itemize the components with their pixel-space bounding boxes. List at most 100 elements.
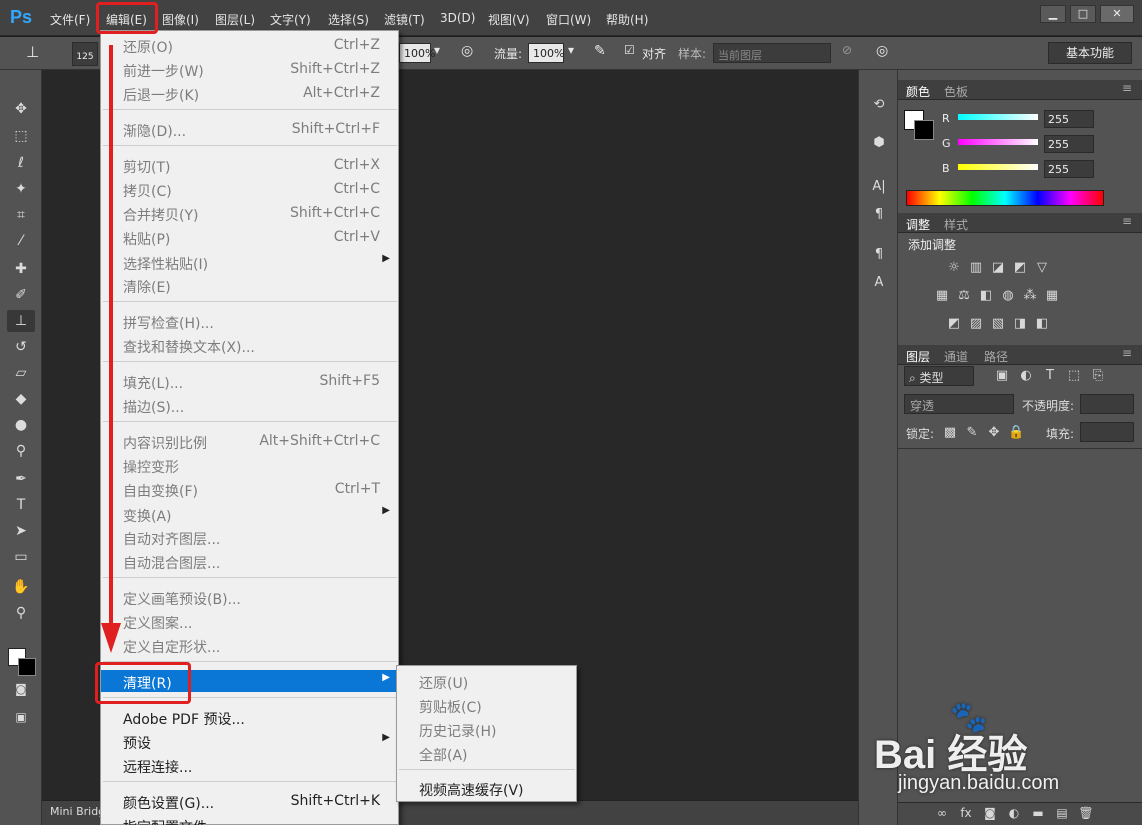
marquee-tool-icon[interactable]: ⬚ [7, 125, 35, 147]
adjustment-filter-icon[interactable]: ◐ [1018, 368, 1034, 383]
sample-select[interactable]: 当前图层 [713, 43, 831, 63]
menu-image[interactable]: 图像(I) [162, 11, 199, 28]
hand-tool-icon[interactable]: ✋ [7, 576, 35, 598]
shape-filter-icon[interactable]: ⬚ [1066, 368, 1082, 383]
menu-item-find-replace[interactable]: 查找和替换文本(X)... [101, 334, 398, 356]
airbrush-icon[interactable]: ✎ [594, 43, 606, 59]
menu-item-copy-merged[interactable]: 合并拷贝(Y) Shift+Ctrl+C [101, 202, 398, 224]
crop-tool-icon[interactable]: ⌗ [7, 204, 35, 226]
history-panel-icon[interactable]: ⟲ [867, 94, 891, 116]
invert-icon[interactable]: ◩ [946, 316, 962, 331]
selective-color-icon[interactable]: ◧ [1034, 316, 1050, 331]
new-adjustment-icon[interactable]: ◐ [1006, 806, 1022, 820]
maximize-icon[interactable]: □ [1070, 5, 1096, 23]
color-bg-swatch[interactable] [914, 120, 934, 140]
quick-mask-icon[interactable]: ◙ [7, 678, 35, 700]
menu-item-pdf-presets[interactable]: Adobe PDF 预设... [101, 706, 398, 728]
character-styles-icon[interactable]: A [867, 272, 891, 294]
menu-help[interactable]: 帮助(H) [606, 11, 648, 28]
new-layer-icon[interactable]: ▤ [1054, 806, 1070, 820]
layer-style-icon[interactable]: fx [958, 806, 974, 820]
delete-layer-icon[interactable]: 🗑 [1078, 806, 1094, 820]
blend-mode-select[interactable]: 穿透 [904, 394, 1014, 414]
menu-item-assign-profile[interactable]: 指定配置文件... [101, 814, 398, 825]
menu-item-undo[interactable]: 还原(O) Ctrl+Z [101, 34, 398, 56]
menu-item-paste-special[interactable]: 选择性粘贴(I) ▶ [101, 251, 398, 273]
submenu-item-video-cache[interactable]: 视频高速缓存(V) [397, 777, 576, 799]
green-channel-slider[interactable] [958, 139, 1038, 145]
menu-item-stroke[interactable]: 描边(S)... [101, 394, 398, 416]
menu-item-clear[interactable]: 清除(E) [101, 274, 398, 296]
type-filter-icon[interactable]: T [1042, 368, 1058, 383]
lock-pixels-icon[interactable]: ✎ [964, 425, 980, 440]
tab-channels[interactable]: 通道 [944, 348, 968, 365]
tab-paths[interactable]: 路径 [984, 348, 1008, 365]
history-brush-icon[interactable]: ↺ [7, 336, 35, 358]
menu-item-define-shape[interactable]: 定义自定形状... [101, 634, 398, 656]
pressure-size-icon[interactable]: ◎ [876, 43, 888, 59]
character-panel-icon[interactable]: A| [867, 176, 891, 198]
red-channel-slider[interactable] [958, 114, 1038, 120]
submenu-item-all[interactable]: 全部(A) [397, 742, 576, 764]
lock-transparency-icon[interactable]: ▩ [942, 425, 958, 440]
layer-opacity-field[interactable] [1080, 394, 1134, 414]
menu-item-presets[interactable]: 预设 ▶ [101, 730, 398, 752]
clone-stamp-tool-icon[interactable]: ⊥ [7, 310, 35, 332]
brush-size-preview[interactable]: 125 [72, 42, 98, 66]
healing-brush-icon[interactable]: ✚ [7, 258, 35, 280]
tab-color[interactable]: 颜色 [906, 83, 930, 100]
tab-layers[interactable]: 图层 [906, 348, 930, 365]
blue-channel-slider[interactable] [958, 164, 1038, 170]
close-icon[interactable]: ✕ [1100, 5, 1134, 23]
pressure-opacity-icon[interactable]: ◎ [461, 43, 473, 59]
menu-layer[interactable]: 图层(L) [215, 11, 255, 28]
dodge-tool-icon[interactable]: ⚲ [7, 440, 35, 462]
blue-channel-value[interactable]: 255 [1044, 160, 1094, 178]
gradient-map-icon[interactable]: ◨ [1012, 316, 1028, 331]
magic-wand-icon[interactable]: ✦ [7, 178, 35, 200]
flow-dropdown-icon[interactable]: ▾ [568, 43, 574, 57]
exposure-icon[interactable]: ◩ [1012, 260, 1028, 275]
panel-menu-icon[interactable]: ≡ [1122, 346, 1132, 360]
menu-item-cut[interactable]: 剪切(T) Ctrl+X [101, 154, 398, 176]
blur-tool-icon[interactable]: ● [7, 414, 35, 436]
panel-menu-icon[interactable]: ≡ [1122, 81, 1132, 95]
panel-menu-icon[interactable]: ≡ [1122, 214, 1132, 228]
menu-item-paste[interactable]: 粘贴(P) Ctrl+V [101, 226, 398, 248]
pen-tool-icon[interactable]: ✒ [7, 468, 35, 490]
new-group-icon[interactable]: ▬ [1030, 806, 1046, 820]
menu-3d[interactable]: 3D(D) [440, 11, 475, 25]
menu-item-check-spelling[interactable]: 拼写检查(H)... [101, 310, 398, 332]
threshold-icon[interactable]: ▧ [990, 316, 1006, 331]
menu-type[interactable]: 文字(Y) [270, 11, 311, 28]
vibrance-icon[interactable]: ▽ [1034, 260, 1050, 275]
black-white-icon[interactable]: ◧ [978, 288, 994, 303]
channel-mixer-icon[interactable]: ⁂ [1022, 288, 1038, 303]
lock-position-icon[interactable]: ✥ [986, 425, 1002, 440]
link-layers-icon[interactable]: ∞ [934, 806, 950, 820]
paragraph-panel-icon[interactable]: ¶ [867, 204, 891, 226]
menu-item-define-pattern[interactable]: 定义图案... [101, 610, 398, 632]
background-color-swatch[interactable] [18, 658, 36, 676]
tab-swatches[interactable]: 色板 [944, 83, 968, 100]
menu-item-puppet-warp[interactable]: 操控变形 [101, 454, 398, 476]
minimize-icon[interactable]: ▁ [1040, 5, 1066, 23]
menu-item-step-forward[interactable]: 前进一步(W) Shift+Ctrl+Z [101, 58, 398, 80]
menu-item-transform[interactable]: 变换(A) ▶ [101, 503, 398, 525]
color-lookup-icon[interactable]: ▦ [1044, 288, 1060, 303]
ignore-adjustment-icon[interactable]: ⊘ [842, 43, 852, 57]
color-balance-icon[interactable]: ⚖ [956, 288, 972, 303]
menu-item-free-transform[interactable]: 自由变换(F) Ctrl+T [101, 478, 398, 500]
lasso-tool-icon[interactable]: ℓ [7, 152, 35, 174]
menu-file[interactable]: 文件(F) [50, 11, 90, 28]
submenu-item-histories[interactable]: 历史记录(H) [397, 718, 576, 740]
opacity-dropdown-icon[interactable]: ▾ [434, 43, 440, 57]
3d-panel-icon[interactable]: ⬢ [867, 132, 891, 154]
add-mask-icon[interactable]: ◙ [982, 806, 998, 820]
type-tool-icon[interactable]: T [7, 494, 35, 516]
path-select-icon[interactable]: ➤ [7, 520, 35, 542]
align-checkbox[interactable]: ☑ [624, 43, 635, 57]
menu-select[interactable]: 选择(S) [328, 11, 369, 28]
menu-item-fade[interactable]: 渐隐(D)... Shift+Ctrl+F [101, 118, 398, 140]
layer-fill-field[interactable] [1080, 422, 1134, 442]
